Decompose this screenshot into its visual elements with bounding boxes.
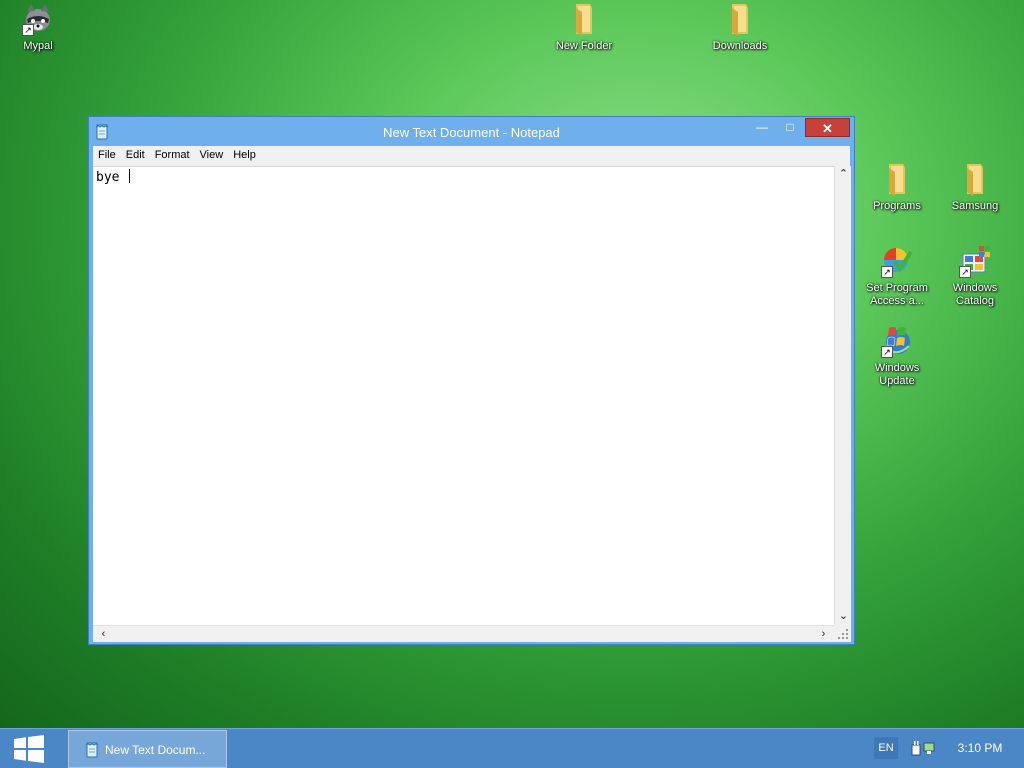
window-title: New Text Document - Notepad (383, 125, 560, 140)
desktop-icon-label: Samsung (951, 200, 999, 212)
windows-update-icon: ↗ (881, 324, 913, 358)
desktop-icon-samsung[interactable]: Samsung (937, 162, 1013, 213)
menu-file[interactable]: File (93, 146, 121, 161)
desktop-icon-label: New Folder (555, 40, 613, 52)
window-titlebar[interactable]: New Text Document - Notepad — □ ✕ (89, 117, 854, 146)
menu-bar: File Edit Format View Help (93, 146, 850, 166)
notepad-icon (85, 742, 99, 758)
raccoon-app-icon: ↗ (22, 2, 54, 36)
clock[interactable]: 3:10 PM (950, 741, 1010, 755)
scroll-up-arrow-icon[interactable]: ⌃ (835, 166, 852, 183)
program-access-icon: ↗ (881, 244, 913, 278)
menu-help[interactable]: Help (228, 146, 261, 161)
text-editor-area[interactable]: bye (93, 166, 834, 625)
desktop-icon-windows-update[interactable]: ↗ Windows Update (859, 324, 935, 388)
horizontal-scrollbar[interactable]: ‹ › (93, 625, 834, 642)
menu-format[interactable]: Format (150, 146, 195, 161)
desktop-icon-programs[interactable]: Programs (859, 162, 935, 213)
desktop-icon-label: Downloads (712, 40, 768, 52)
tray-icons (910, 739, 938, 757)
resize-grip-icon[interactable] (834, 625, 851, 642)
vertical-scrollbar[interactable]: ⌃ ⌄ (834, 166, 851, 625)
windows-catalog-icon: ↗ (959, 244, 991, 278)
scroll-right-arrow-icon[interactable]: › (815, 626, 832, 643)
shortcut-arrow-icon: ↗ (959, 266, 971, 278)
desktop-icon-new-folder[interactable]: New Folder (546, 2, 622, 53)
desktop-icon-label: Programs (873, 200, 921, 212)
shortcut-arrow-icon: ↗ (881, 266, 893, 278)
desktop-icon-label: Set Program Access a... (866, 282, 928, 307)
desktop-icon-label: Windows Update (874, 362, 920, 387)
shortcut-arrow-icon: ↗ (881, 346, 893, 358)
start-button[interactable] (14, 735, 44, 763)
desktop-icon-windows-catalog[interactable]: ↗ Windows Catalog (937, 244, 1013, 308)
desktop-icon-downloads[interactable]: Downloads (702, 2, 778, 53)
desktop-icon-label: Mypal (23, 40, 53, 52)
power-plug-icon[interactable] (911, 741, 921, 756)
folder-icon (881, 162, 913, 196)
menu-view[interactable]: View (195, 146, 229, 161)
folder-icon (959, 162, 991, 196)
minimize-button[interactable]: — (749, 118, 775, 137)
notepad-window[interactable]: New Text Document - Notepad — □ ✕ File Ed… (88, 116, 855, 645)
language-indicator[interactable]: EN (874, 737, 898, 759)
windows-logo-icon (14, 735, 44, 763)
desktop-icon-set-program-access[interactable]: ↗ Set Program Access a... (859, 244, 935, 308)
taskbar-button-notepad[interactable]: New Text Docum... (68, 730, 227, 768)
scroll-down-arrow-icon[interactable]: ⌄ (835, 608, 852, 625)
desktop: ↗ Mypal New Folder Downloads Programs Sa… (0, 0, 1024, 728)
folder-icon (568, 2, 600, 36)
editor-text: bye (96, 170, 128, 185)
menu-edit[interactable]: Edit (121, 146, 150, 161)
taskbar: New Text Docum... EN 3:10 PM (0, 728, 1024, 768)
folder-icon (724, 2, 756, 36)
scroll-left-arrow-icon[interactable]: ‹ (95, 626, 112, 643)
network-icon[interactable] (923, 742, 935, 754)
close-button[interactable]: ✕ (805, 118, 850, 137)
taskbar-button-label: New Text Docum... (105, 743, 206, 757)
text-caret (129, 169, 131, 183)
shortcut-arrow-icon: ↗ (22, 24, 34, 36)
desktop-icon-mypal[interactable]: ↗ Mypal (0, 2, 76, 53)
maximize-button[interactable]: □ (777, 118, 803, 137)
desktop-icon-label: Windows Catalog (952, 282, 998, 307)
